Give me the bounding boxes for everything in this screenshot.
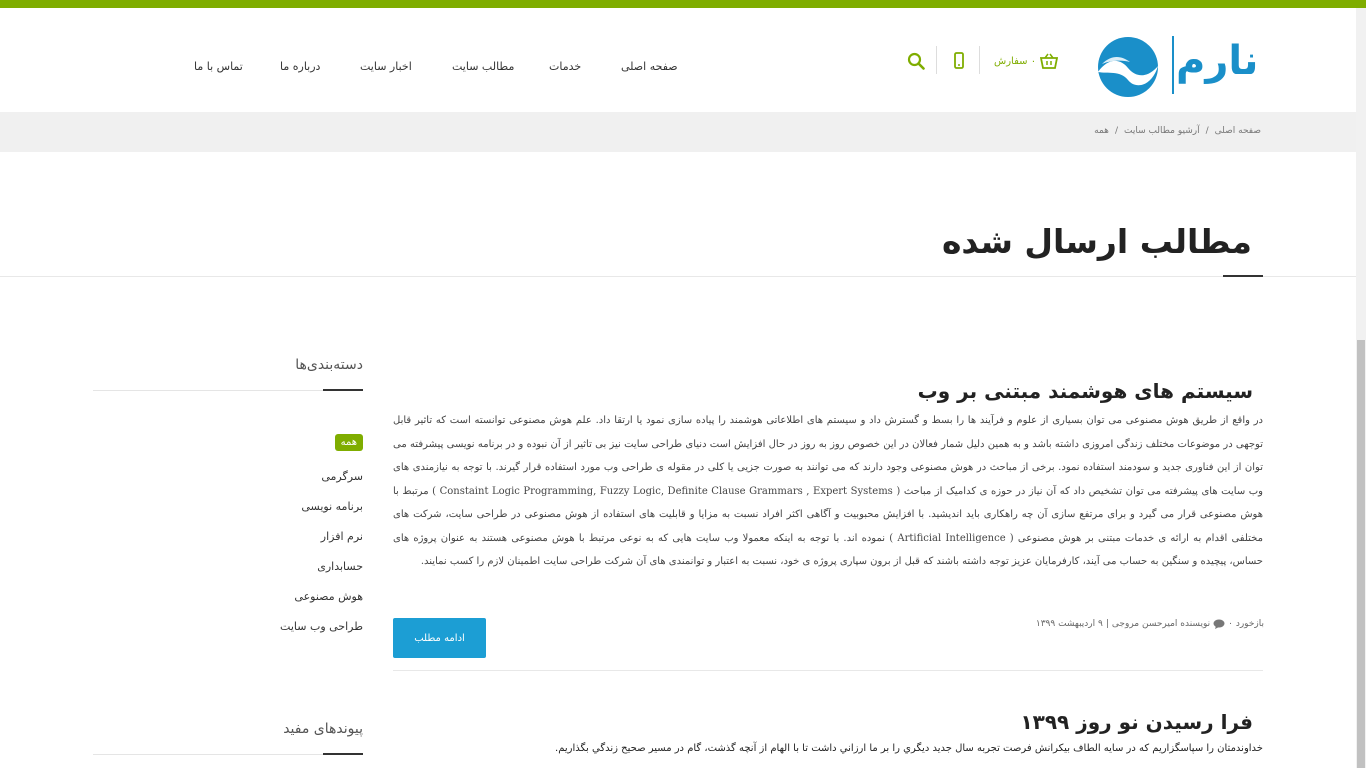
category-programming[interactable]: برنامه نویسی [301,500,363,513]
category-accounting[interactable]: حسابداری [317,560,363,573]
post-title[interactable]: فرا رسیدن نو روز ۱۳۹۹ [1020,710,1253,734]
breadcrumb: صفحه اصلی / آرشیو مطالب سایت / همه [1091,126,1264,136]
title-divider [0,276,1356,277]
page-title: مطالب ارسال شده [941,222,1252,261]
links-title: پیوندهای مفید [283,721,363,737]
cart-label: ۰ سفارش [994,55,1037,67]
nav-contact[interactable]: تماس با ما [194,60,243,73]
category-entertainment[interactable]: سرگرمی [321,470,363,483]
basket-icon [1040,53,1059,69]
site-header: نارم ۰ سفارش صفحه اصلی خدمات مطالب سایت … [0,8,1356,112]
logo-text: نارم [1176,38,1259,84]
search-icon[interactable] [907,52,925,70]
categories-title: دسته‌بندی‌ها [295,357,363,373]
nav-home[interactable]: صفحه اصلی [621,60,678,73]
category-all[interactable]: همه [334,434,363,451]
post-divider [393,670,1263,671]
post-date: ۹ اردیبهشت ۱۳۹۹ [1035,619,1103,629]
post-title[interactable]: سیستم های هوشمند مبتنی بر وب [918,379,1253,403]
read-more-button[interactable]: ادامه مطلب [393,618,486,658]
comment-icon [1213,619,1225,629]
category-software[interactable]: نرم افزار [321,530,363,543]
meta-separator: | [1105,619,1109,629]
nav-articles[interactable]: مطالب سایت [452,60,514,73]
post-comments[interactable]: بازخورد ۰ [1228,619,1264,629]
breadcrumb-home[interactable]: صفحه اصلی [1215,126,1261,136]
breadcrumb-current: همه [1094,126,1109,136]
post-excerpt: در واقع از طریق هوش مصنوعی می توان بسیار… [393,415,1263,567]
widget-underline [323,389,363,391]
category-web-design[interactable]: طراحی وب سایت [280,620,363,633]
scrollbar-thumb[interactable] [1357,340,1365,768]
mobile-icon[interactable] [950,52,968,70]
breadcrumb-separator: / [1205,126,1209,136]
site-logo[interactable]: نارم [1092,36,1264,108]
top-accent-bar [0,0,1366,8]
title-underline [1223,275,1263,277]
cart-link[interactable]: ۰ سفارش [994,52,1059,70]
widget-underline [323,753,363,755]
post-author[interactable]: نویسنده امیرحسن مروجی [1112,619,1210,629]
header-divider [936,46,937,74]
nav-about[interactable]: درباره ما [280,60,320,73]
breadcrumb-archive[interactable]: آرشیو مطالب سایت [1124,126,1200,136]
page-scrollbar[interactable] [1356,8,1366,768]
breadcrumb-bar: صفحه اصلی / آرشیو مطالب سایت / همه [0,112,1356,152]
category-ai[interactable]: هوش مصنوعی [294,590,363,603]
nav-news[interactable]: اخبار سایت [360,60,412,73]
post-meta: بازخورد ۰ نویسنده امیرحسن مروجی | ۹ اردی… [1036,619,1264,629]
header-divider [979,46,980,74]
post-excerpt: خداوندمتان را سپاسگزاریم که در سایه الطا… [555,743,1263,754]
nav-services[interactable]: خدمات [549,60,581,73]
breadcrumb-separator: / [1114,126,1118,136]
